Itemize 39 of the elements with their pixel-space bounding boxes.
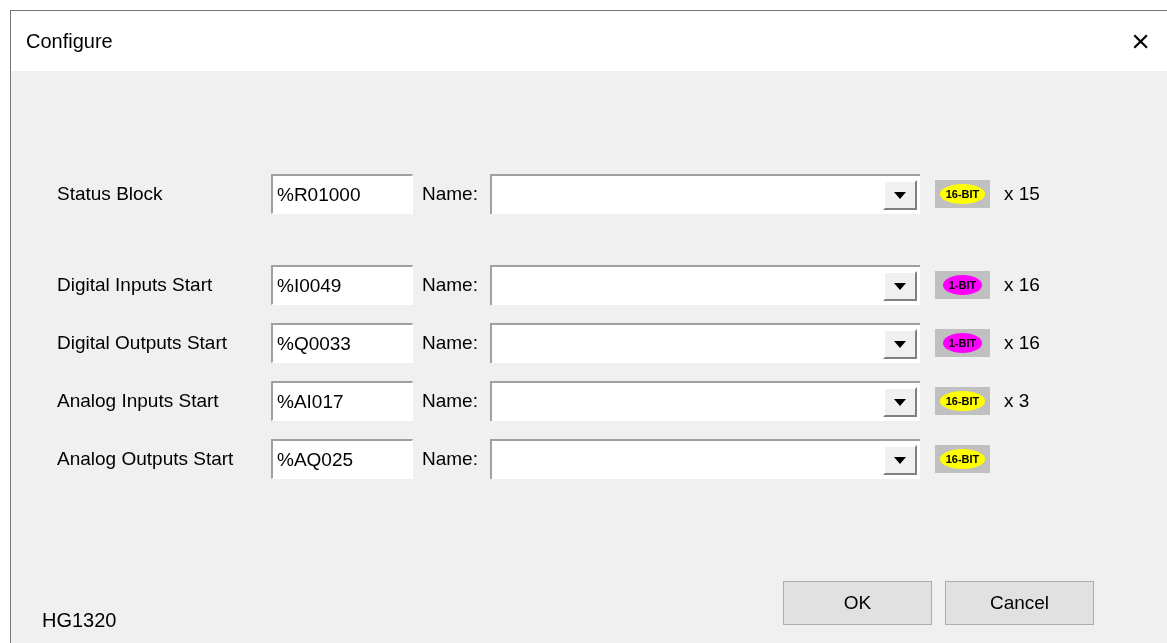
count-label: x 16: [1004, 330, 1040, 355]
name-label: Name:: [422, 388, 479, 413]
dialog-button[interactable]: OK: [783, 581, 932, 625]
count-label: x 15: [1004, 181, 1040, 206]
caret-icon: [894, 398, 906, 406]
dropdown-button[interactable]: [883, 180, 917, 210]
field-label: Analog Inputs Start: [57, 388, 220, 413]
address-field[interactable]: %Q0033: [271, 323, 413, 363]
dropdown-button[interactable]: [883, 445, 917, 475]
caret-icon: [894, 340, 906, 348]
caret-icon: [894, 191, 906, 199]
bit-badge: 16-BIT: [935, 445, 990, 473]
dropdown-button[interactable]: [883, 271, 917, 301]
caret-icon: [894, 456, 906, 464]
address-field[interactable]: %AQ025: [271, 439, 413, 479]
field-label: Digital Outputs Start: [57, 330, 229, 355]
dialog-button[interactable]: Cancel: [945, 581, 1094, 625]
field-label: Digital Inputs Start: [57, 272, 214, 297]
name-label: Name:: [422, 181, 479, 206]
field-label: Analog Outputs Start: [57, 446, 235, 471]
window-title: Configure: [26, 29, 113, 54]
count-label: x 16: [1004, 272, 1040, 297]
dropdown-button[interactable]: [883, 329, 917, 359]
close-button[interactable]: ×: [1131, 25, 1152, 57]
name-label: Name:: [422, 330, 479, 355]
address-field[interactable]: %AI017: [271, 381, 413, 421]
name-label: Name:: [422, 446, 479, 471]
count-label: x 3: [1004, 388, 1030, 413]
field-label: Status Block: [57, 181, 164, 206]
address-field[interactable]: %I0049: [271, 265, 413, 305]
dropdown-button[interactable]: [883, 387, 917, 417]
bit-badge: 16-BIT: [935, 180, 990, 208]
name-label: Name:: [422, 272, 479, 297]
bit-badge: 1-BIT: [935, 329, 990, 357]
caret-icon: [894, 282, 906, 290]
model-label: HG1320: [42, 608, 117, 633]
bit-badge: 16-BIT: [935, 387, 990, 415]
bit-badge: 1-BIT: [935, 271, 990, 299]
address-field[interactable]: %R01000: [271, 174, 413, 214]
